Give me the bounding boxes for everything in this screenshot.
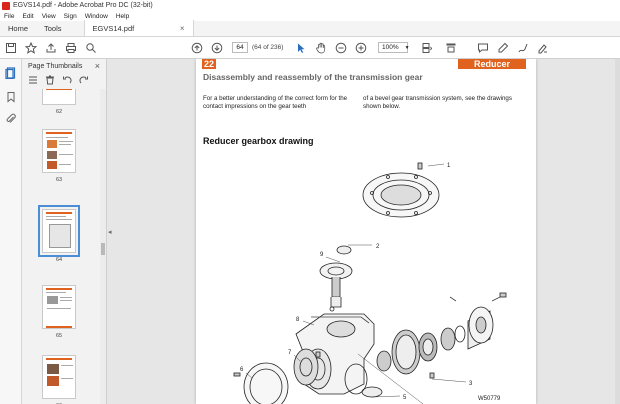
pdf-page: 22 Reducer Disassembly and reassembly of… bbox=[196, 59, 536, 404]
thumbnail-label: 64 bbox=[55, 257, 63, 263]
thumbnail-page-62[interactable] bbox=[42, 89, 76, 105]
part-label-3: 3 bbox=[469, 381, 473, 387]
select-cursor-icon[interactable] bbox=[294, 41, 308, 55]
window-title: EGVS14.pdf - Adobe Acrobat Pro DC (32-bi… bbox=[13, 2, 153, 9]
toolbar: 64 (64 of 236) 100% ▼ bbox=[0, 37, 620, 59]
chapter-number: 22 bbox=[202, 59, 216, 69]
next-page-icon[interactable] bbox=[210, 41, 224, 55]
print-icon[interactable] bbox=[64, 41, 78, 55]
upload-icon[interactable] bbox=[44, 41, 58, 55]
menu-file[interactable]: File bbox=[4, 13, 14, 20]
part-label-6: 6 bbox=[240, 367, 244, 373]
part-label-9: 9 bbox=[320, 252, 324, 258]
page-number-input[interactable]: 64 bbox=[232, 42, 248, 53]
page-layout-icon[interactable] bbox=[420, 41, 434, 55]
tab-bar: Home Tools EGVS14.pdf × bbox=[0, 20, 620, 37]
thumbnail-page-63[interactable] bbox=[42, 129, 76, 173]
scroll-mode-icon[interactable] bbox=[444, 41, 458, 55]
thumbnail-list: 62 63 64 65 bbox=[22, 89, 100, 404]
figure-code: W50779 bbox=[478, 396, 501, 402]
part-label-5: 5 bbox=[403, 395, 407, 401]
menu-view[interactable]: View bbox=[42, 13, 56, 20]
scrollbar-thumb[interactable] bbox=[101, 243, 105, 255]
section-title: Reducer bbox=[458, 59, 526, 69]
thumbnail-label: 62 bbox=[55, 109, 63, 115]
panel-title: Page Thumbnails bbox=[28, 62, 83, 70]
document-scrollbar[interactable] bbox=[615, 59, 620, 404]
thumbnail-page-66[interactable] bbox=[42, 355, 76, 399]
menu-window[interactable]: Window bbox=[85, 13, 108, 20]
part-label-8: 8 bbox=[296, 317, 300, 323]
page-subtitle: Disassembly and reassembly of the transm… bbox=[203, 72, 423, 82]
page-count: (64 of 236) bbox=[252, 44, 284, 51]
tab-tools[interactable]: Tools bbox=[36, 20, 70, 36]
bookmarks-icon[interactable] bbox=[5, 91, 17, 103]
paragraph-right: of a bevel gear transmission system, see… bbox=[363, 95, 512, 110]
thumbnail-options-icon[interactable] bbox=[28, 75, 38, 87]
thumbnail-scrollbar[interactable] bbox=[100, 89, 106, 404]
hand-tool-icon[interactable] bbox=[314, 41, 328, 55]
menu-edit[interactable]: Edit bbox=[22, 13, 33, 20]
zoom-out-icon[interactable] bbox=[334, 41, 348, 55]
title-bar: EGVS14.pdf - Adobe Acrobat Pro DC (32-bi… bbox=[0, 0, 620, 11]
thumbnail-page-64[interactable] bbox=[38, 205, 80, 257]
menu-help[interactable]: Help bbox=[116, 13, 129, 20]
close-panel-icon[interactable]: × bbox=[95, 61, 100, 71]
chevron-down-icon: ▼ bbox=[404, 44, 410, 51]
part-label-7: 7 bbox=[288, 350, 292, 356]
acrobat-app-icon bbox=[2, 1, 10, 10]
rotate-left-icon[interactable] bbox=[62, 75, 72, 87]
drawing-heading: Reducer gearbox drawing bbox=[203, 136, 314, 146]
navigation-rail bbox=[0, 59, 22, 404]
highlight-pen-icon[interactable] bbox=[496, 41, 510, 55]
thumbnail-label: 63 bbox=[55, 177, 63, 183]
page-thumbnails-icon[interactable] bbox=[5, 67, 17, 80]
tab-document-label: EGVS14.pdf bbox=[92, 23, 135, 33]
zoom-level-select[interactable]: 100% ▼ bbox=[378, 42, 410, 53]
tab-document[interactable]: EGVS14.pdf × bbox=[83, 20, 194, 36]
thumbnail-label: 65 bbox=[55, 333, 63, 339]
fill-sign-icon[interactable] bbox=[536, 41, 550, 55]
document-view: 22 Reducer Disassembly and reassembly of… bbox=[116, 59, 620, 404]
zoom-level-value: 100% bbox=[382, 44, 399, 51]
menu-sign[interactable]: Sign bbox=[64, 13, 77, 20]
page-thumbnails-panel: Page Thumbnails × 62 63 64 65 bbox=[22, 59, 107, 404]
part-label-1: 1 bbox=[447, 163, 451, 169]
close-tab-icon[interactable]: × bbox=[180, 24, 185, 33]
delete-page-icon[interactable] bbox=[45, 75, 55, 87]
draw-icon[interactable] bbox=[516, 41, 530, 55]
paragraph-left: For a better understanding of the correc… bbox=[203, 95, 348, 110]
attachments-icon[interactable] bbox=[5, 113, 17, 125]
rotate-right-icon[interactable] bbox=[79, 75, 89, 87]
save-icon[interactable] bbox=[4, 41, 18, 55]
thumbnail-page-65[interactable] bbox=[42, 285, 76, 329]
search-icon[interactable] bbox=[84, 41, 98, 55]
bookmark-star-icon[interactable] bbox=[24, 41, 38, 55]
previous-page-icon[interactable] bbox=[190, 41, 204, 55]
exploded-gearbox-drawing: 1 2 3 4 5 6 7 8 9 W50779 bbox=[233, 162, 507, 404]
collapse-panel-icon[interactable]: ◂ bbox=[108, 228, 116, 242]
comment-icon[interactable] bbox=[476, 41, 490, 55]
tab-home[interactable]: Home bbox=[0, 20, 36, 36]
part-label-2: 2 bbox=[376, 244, 380, 250]
zoom-in-icon[interactable] bbox=[354, 41, 368, 55]
